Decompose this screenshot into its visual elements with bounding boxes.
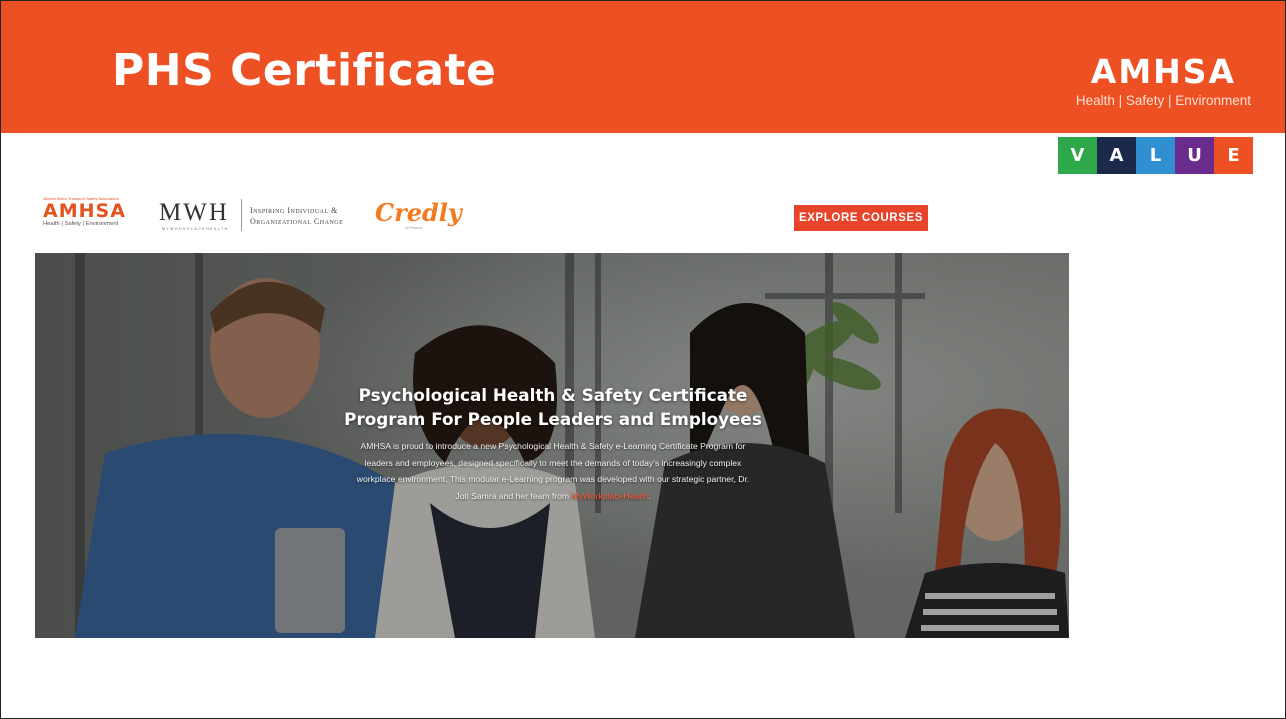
hero-body-line4-prefix: Joti Samra and her team from: [455, 490, 572, 501]
mwh-logo-small-text: MYWORKPLACEHEALTH: [162, 227, 229, 231]
hero-body-line4-suffix: .: [648, 490, 651, 501]
hero-text-block: Psychological Health & Safety Certificat…: [285, 383, 821, 504]
hero-body-line3: workplace environment. This modular e-Le…: [356, 474, 750, 484]
amhsa-brand-logo: AMHSA Health | Safety | Environment: [1075, 52, 1251, 109]
hero-body-line4: Joti Samra and her team from MyWorkplace…: [285, 488, 821, 505]
mwh-tagline: Inspiring Individual & Organizational Ch…: [250, 205, 343, 227]
value-letter-l: L: [1136, 137, 1175, 174]
hero-title-line1: Psychological Health & Safety Certificat…: [358, 385, 748, 405]
value-strip: VALUE: [1058, 137, 1253, 174]
hero-title-line2: Program For People Leaders and Employees: [344, 409, 762, 429]
slide-title: PHS Certificate: [112, 45, 497, 96]
hero-description: AMHSA is proud to introduce a new Psycho…: [285, 438, 821, 504]
website-header: Alberta Motor Transport Safety Associati…: [35, 191, 1069, 249]
credly-logo-small-text: by Pearson: [405, 226, 423, 230]
brand-tagline: Health | Safety | Environment: [1075, 93, 1251, 108]
mwh-divider: [241, 199, 242, 231]
site-amhsa-logo[interactable]: Alberta Motor Transport Safety Associati…: [43, 196, 135, 227]
value-letter-e: E: [1214, 137, 1253, 174]
value-letter-v: V: [1058, 137, 1097, 174]
value-letter-a: A: [1097, 137, 1136, 174]
slide-title-bar: PHS Certificate AMHSA Health | Safety | …: [1, 1, 1285, 133]
brand-name: AMHSA: [1090, 52, 1237, 91]
explore-courses-button[interactable]: EXPLORE COURSES: [794, 205, 928, 231]
credly-logo[interactable]: Credly: [375, 198, 462, 227]
mwh-tagline-line2: Organizational Change: [250, 217, 344, 226]
mwh-logo[interactable]: MWH: [159, 199, 229, 227]
hero-body-line2: leaders and employees, designed specific…: [364, 457, 742, 468]
myworkplacehealth-link[interactable]: MyWorkplaceHealth: [571, 491, 648, 501]
mwh-tagline-line1: Inspiring Individual &: [250, 206, 338, 215]
amhsa-logo-name: AMHSA: [43, 200, 126, 222]
slide-frame: PHS Certificate AMHSA Health | Safety | …: [0, 0, 1286, 719]
hero-title: Psychological Health & Safety Certificat…: [285, 383, 821, 431]
value-letter-u: U: [1175, 137, 1214, 174]
hero-body-line1: AMHSA is proud to introduce a new Psycho…: [360, 441, 746, 451]
hero-banner: Psychological Health & Safety Certificat…: [35, 253, 1069, 638]
